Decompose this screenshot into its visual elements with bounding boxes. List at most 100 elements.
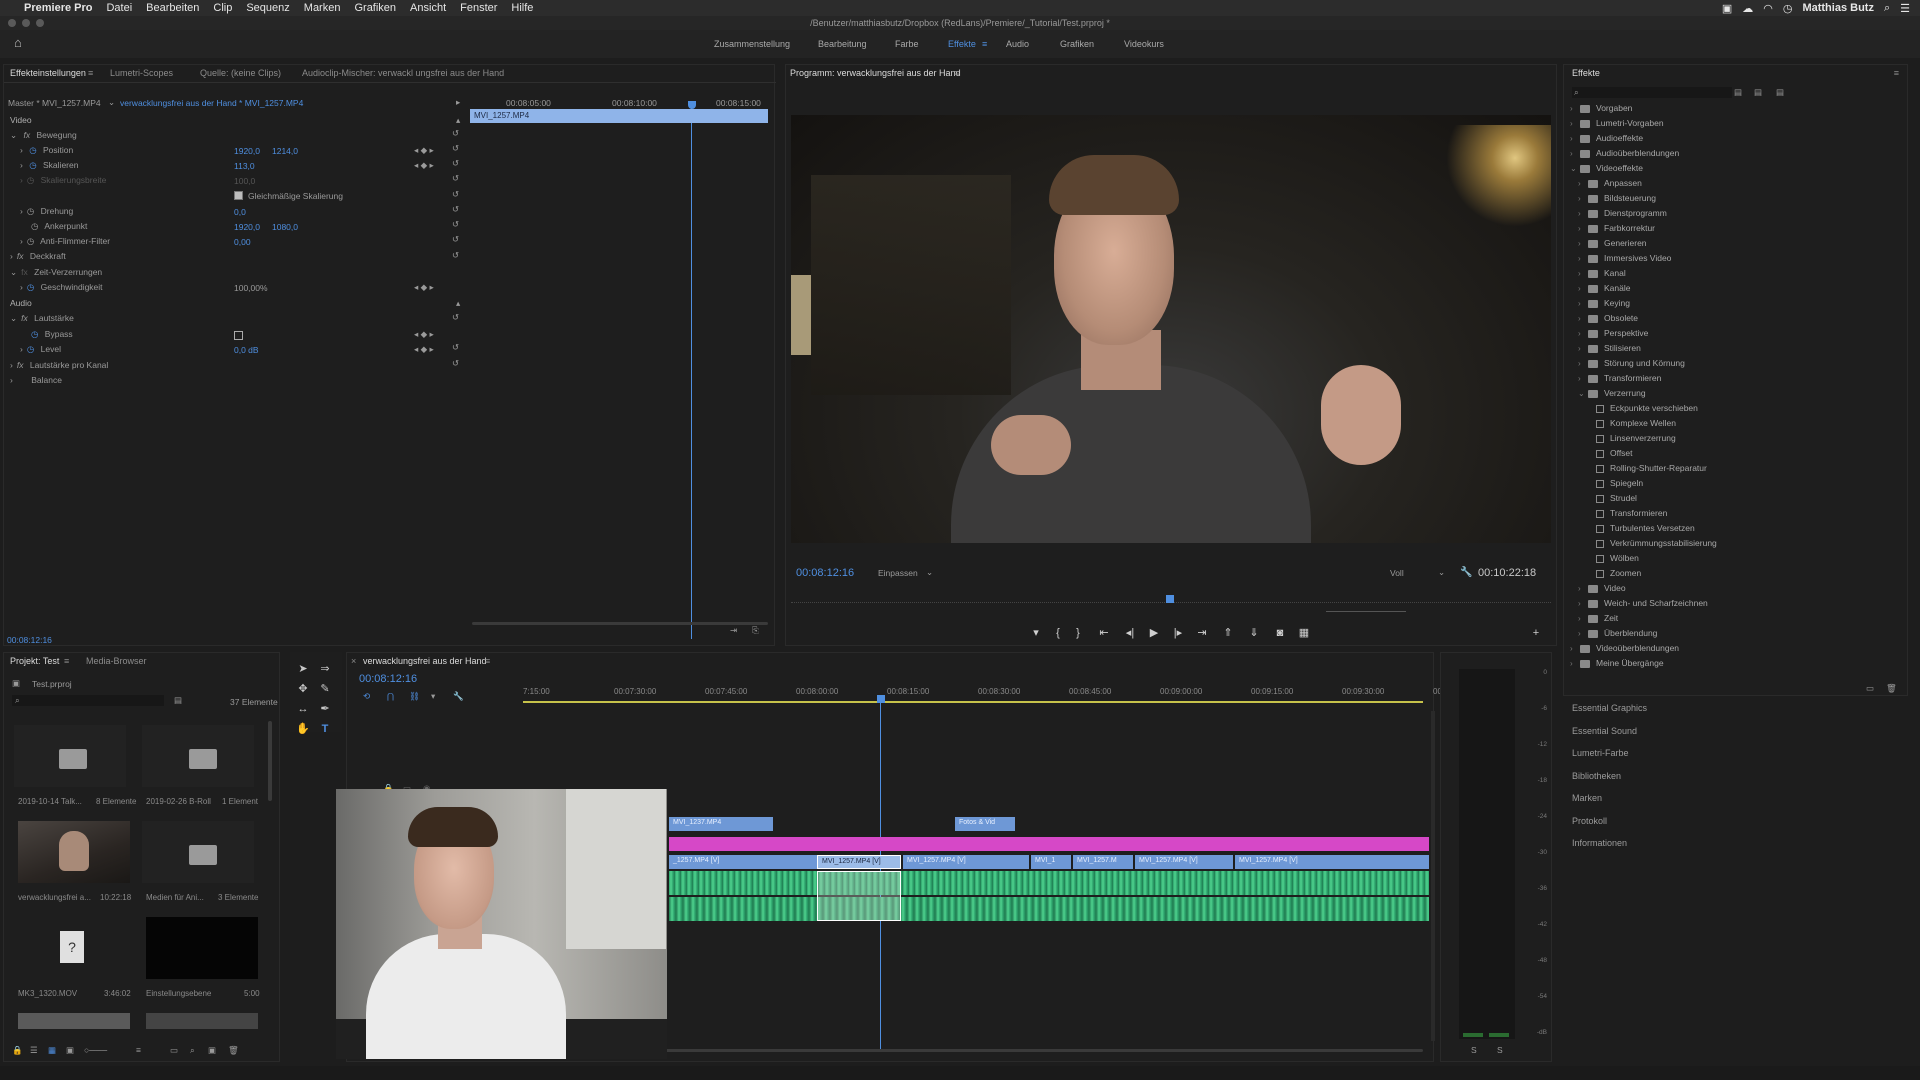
hand-tool-icon[interactable]: ✋ <box>296 722 310 736</box>
timeline-vscroll[interactable] <box>1431 711 1435 1041</box>
reset-icon[interactable]: ↺ <box>452 173 459 184</box>
menu-marken[interactable]: Marken <box>304 2 341 14</box>
chevron-right-icon[interactable]: › <box>1578 629 1588 638</box>
chevron-down-icon[interactable]: ⌄ <box>1438 567 1445 578</box>
effects-tree-item[interactable]: › Kanal <box>1578 268 1626 282</box>
clip-v1-1[interactable]: _1257.MP4 [V] <box>669 855 817 869</box>
chevron-right-icon[interactable]: › <box>1578 239 1588 248</box>
timeline-tab[interactable]: verwacklungsfrei aus der Hand <box>363 656 487 666</box>
effects-tree-item[interactable]: › Keying <box>1578 298 1630 312</box>
chevron-right-icon[interactable]: › <box>20 160 23 170</box>
sequence-clip-label[interactable]: verwacklungsfrei aus der Hand * MVI_1257… <box>120 98 303 108</box>
effects-tree-item[interactable]: › Anpassen <box>1578 178 1642 192</box>
effects-tree-item[interactable]: › Immersives Video <box>1578 253 1671 267</box>
menu-sequenz[interactable]: Sequenz <box>246 2 289 14</box>
effect-lautstaerke[interactable]: ⌄ fx Lautstärke <box>10 313 74 327</box>
ec-clip-bar[interactable]: MVI_1257.MP4 <box>470 109 768 123</box>
chevron-down-icon[interactable]: ⌄ <box>926 567 933 578</box>
workspace-effekte[interactable]: Effekte <box>948 39 976 49</box>
gleichmaessig-checkbox[interactable] <box>234 191 243 200</box>
param-position[interactable]: › ◷ Position <box>20 145 73 159</box>
side-panel-essential-graphics[interactable]: Essential Graphics <box>1572 703 1647 713</box>
chevron-right-icon[interactable]: › <box>1578 599 1588 608</box>
export-frame-icon[interactable]: ⇥ <box>730 625 737 636</box>
32bit-effects-icon[interactable]: ▤ <box>1754 87 1762 98</box>
chevron-right-icon[interactable]: › <box>1570 134 1580 143</box>
audio-track-a1[interactable] <box>669 871 1429 895</box>
reset-icon[interactable]: ↺ <box>452 342 459 353</box>
automate-icon[interactable]: ▭ <box>170 1045 178 1056</box>
play-icon[interactable]: ▸ <box>456 97 460 108</box>
effects-tree-item[interactable]: › Meine Übergänge <box>1570 658 1664 672</box>
slip-tool-icon[interactable]: ↔ <box>296 702 310 716</box>
chevron-right-icon[interactable]: › <box>20 145 23 155</box>
chevron-right-icon[interactable]: › <box>1570 104 1580 113</box>
add-marker-icon[interactable]: ▾ <box>431 691 435 702</box>
clip-v3-fotos[interactable]: Fotos & Vid <box>955 817 1015 831</box>
tab-audioclip-mischer[interactable]: Audioclip-Mischer: verwackl ungsfrei aus… <box>302 68 504 78</box>
position-x-value[interactable]: 1920,0 <box>234 146 260 156</box>
type-tool-icon[interactable]: T <box>318 722 332 736</box>
freeform-view-icon[interactable]: ▣ <box>66 1045 74 1056</box>
zoom-slider[interactable]: ○─── <box>84 1045 107 1055</box>
close-icon[interactable]: × <box>351 656 356 666</box>
effects-tree-item[interactable]: › Farbkorrektur <box>1578 223 1655 237</box>
clip-v1-2[interactable]: MVI_1257.MP4 [V] <box>817 855 901 869</box>
delete-icon[interactable]: 🗑 <box>228 1045 239 1056</box>
antiflimmer-value[interactable]: 0,00 <box>234 237 251 247</box>
collapse-icon[interactable]: ▴ <box>456 115 460 126</box>
program-title[interactable]: Programm: verwacklungsfrei aus der Hand <box>790 68 961 78</box>
ankerpunkt-x-value[interactable]: 1920,0 <box>234 222 260 232</box>
reset-icon[interactable]: ↺ <box>452 189 459 200</box>
timeline-playhead[interactable] <box>877 695 885 703</box>
chevron-right-icon[interactable]: › <box>1570 149 1580 158</box>
step-forward-button[interactable]: |▸ <box>1170 626 1186 640</box>
comparison-view-button[interactable]: ▦ <box>1296 626 1312 640</box>
keyframe-nav-position[interactable]: ◂ ◆ ▸ <box>414 145 434 156</box>
collapse-icon[interactable]: ▴ <box>456 298 460 309</box>
panel-menu-icon[interactable]: ≡ <box>485 656 490 666</box>
effects-tree-item[interactable]: › Stilisieren <box>1578 343 1641 357</box>
side-panel-informationen[interactable]: Informationen <box>1572 838 1627 848</box>
stopwatch-icon[interactable]: ◷ <box>27 206 34 216</box>
clip-v1-3[interactable]: MVI_1257.MP4 [V] <box>903 855 1029 869</box>
add-button[interactable]: + <box>1528 626 1544 640</box>
wrench-icon[interactable]: 🔧 <box>1460 567 1472 578</box>
effect-deckkraft[interactable]: › fx Deckkraft <box>10 251 66 265</box>
position-y-value[interactable]: 1214,0 <box>272 146 298 156</box>
app-name[interactable]: Premiere Pro <box>24 2 92 14</box>
drehung-value[interactable]: 0,0 <box>234 207 246 217</box>
status-icon[interactable]: ▣ <box>1722 2 1732 15</box>
program-playhead[interactable] <box>1166 595 1174 603</box>
workspace-audio[interactable]: Audio <box>1006 39 1029 49</box>
pen-tool-icon[interactable]: ✒ <box>318 702 332 716</box>
ec-scrollbar[interactable] <box>472 622 768 625</box>
chevron-right-icon[interactable]: › <box>1578 614 1588 623</box>
user-name[interactable]: Matthias Butz <box>1802 2 1874 14</box>
effects-tree-item[interactable]: › Transformieren <box>1578 373 1661 387</box>
reset-position-icon[interactable]: ↺ <box>452 143 459 154</box>
chevron-right-icon[interactable]: › <box>1570 659 1580 668</box>
level-value[interactable]: 0,0 dB <box>234 345 259 355</box>
effects-tree-item[interactable]: Wölben <box>1586 553 1639 567</box>
chevron-right-icon[interactable]: › <box>1578 374 1588 383</box>
project-item-more-2[interactable] <box>146 1013 258 1029</box>
effects-tree-item[interactable]: › Obsolete <box>1578 313 1638 327</box>
snap-icon[interactable]: ⋂ <box>387 691 394 702</box>
chevron-right-icon[interactable]: › <box>1578 269 1588 278</box>
accelerated-effects-icon[interactable]: ▤ <box>1734 87 1742 98</box>
dropdown-icon[interactable]: ⌄ <box>108 97 115 108</box>
lock-icon[interactable]: 🔒 <box>12 1045 23 1056</box>
effects-tree-item[interactable]: Strudel <box>1586 493 1637 507</box>
timeline-ruler[interactable]: 7:15:00 00:07:30:00 00:07:45:00 00:08:00:00… <box>523 687 1442 699</box>
wifi-icon[interactable]: ◠ <box>1763 2 1773 15</box>
project-item-more-1[interactable] <box>18 1013 130 1029</box>
effects-tree-item[interactable]: › Bildsteuerung <box>1578 193 1656 207</box>
effects-tree-item[interactable]: › Dienstprogramm <box>1578 208 1667 222</box>
effects-tree-item[interactable]: › Video <box>1578 583 1626 597</box>
reset-icon[interactable]: ↺ <box>452 219 459 230</box>
param-bypass[interactable]: ◷ Bypass <box>20 329 73 343</box>
stopwatch-icon[interactable]: ◷ <box>31 221 38 231</box>
work-area-bar[interactable] <box>523 701 1423 703</box>
workspace-videokurs[interactable]: Videokurs <box>1124 39 1164 49</box>
